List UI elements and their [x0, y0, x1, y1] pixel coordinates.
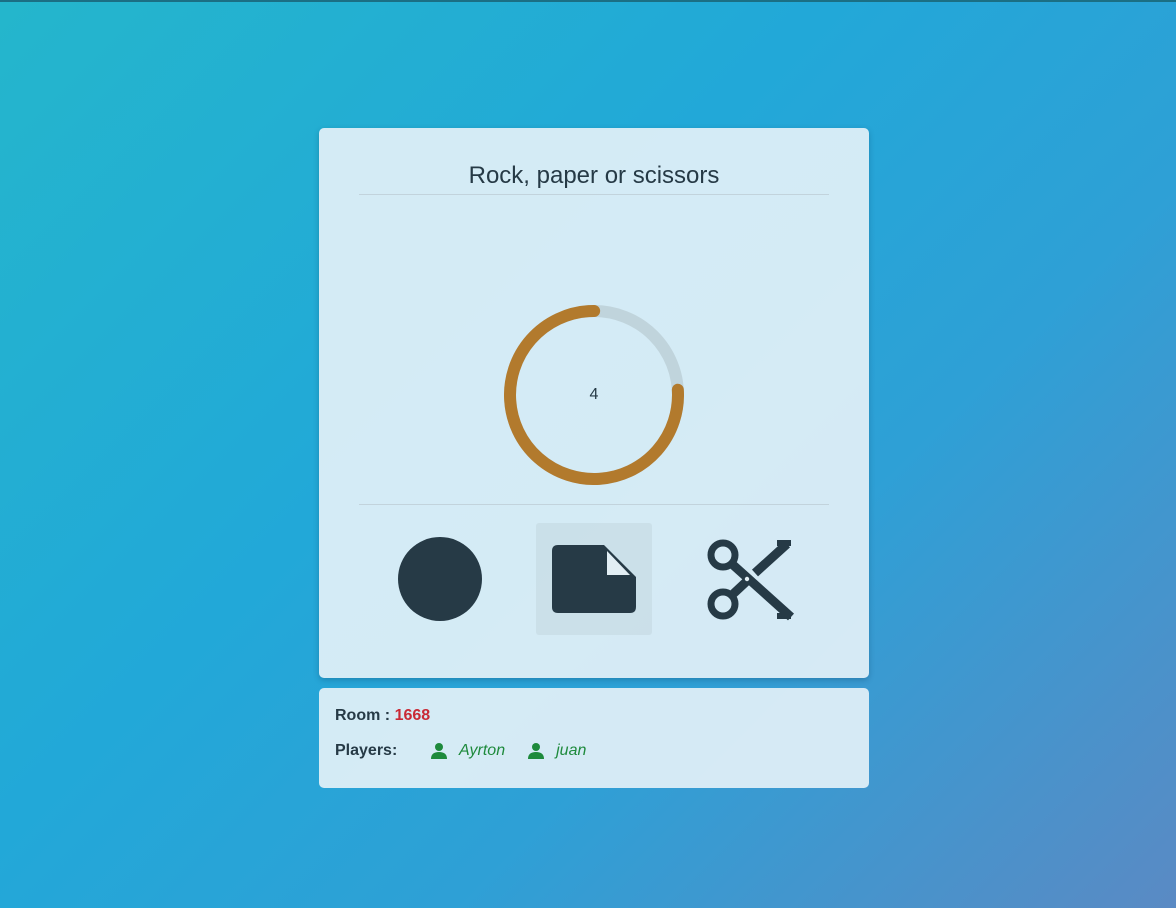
title-divider [359, 194, 829, 195]
room-number: 1668 [394, 707, 431, 724]
circle-icon [398, 537, 482, 621]
player-name: juan [556, 742, 587, 759]
choices-divider [359, 504, 829, 505]
player-item: Ayrton [430, 742, 505, 760]
game-card: Rock, paper or scissors 4 [319, 128, 869, 678]
scissors-button[interactable] [691, 523, 807, 635]
room-info-panel: Room : 1668 Players: Ayrton juan [319, 688, 869, 788]
paper-icon [552, 545, 636, 613]
players-label: Players: [335, 742, 398, 759]
top-border [0, 0, 1176, 2]
game-title: Rock, paper or scissors [468, 162, 720, 189]
countdown-timer: 4 [504, 305, 684, 485]
player-item: juan [527, 742, 586, 760]
rock-button[interactable] [382, 523, 498, 635]
scissors-icon [707, 539, 795, 621]
players-row: Players: Ayrton juan [335, 741, 608, 761]
paper-button[interactable] [536, 523, 652, 635]
person-icon [431, 743, 447, 759]
person-icon [528, 743, 545, 759]
timer-count: 4 [589, 386, 599, 403]
player-name: Ayrton [459, 742, 506, 759]
room-label: Room : [335, 707, 391, 724]
room-row: Room : 1668 [335, 707, 430, 725]
